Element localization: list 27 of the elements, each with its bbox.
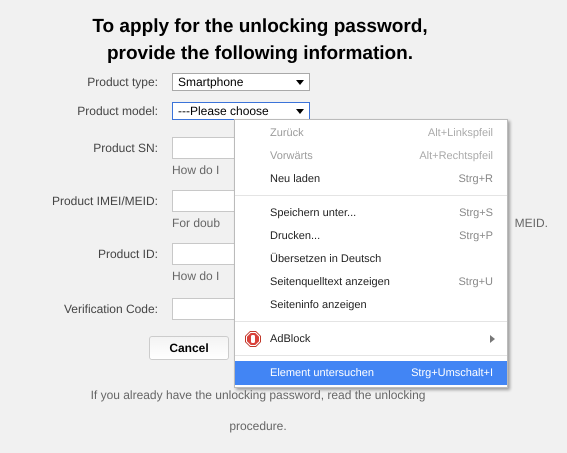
help-text: MEID. — [514, 215, 548, 231]
help-text: How do I — [172, 162, 220, 178]
field-label: Product SN: — [92, 140, 159, 157]
field-label: Product IMEI/MEID: — [50, 193, 159, 210]
menu-item[interactable]: Drucken... Strg+P — [235, 224, 507, 247]
menu-item[interactable]: Seiteninfo anzeigen — [235, 293, 507, 316]
stop-sign-icon — [245, 331, 261, 347]
field-label: Product model: — [76, 103, 159, 120]
help-text: For doub — [172, 215, 220, 231]
menu-item[interactable]: Neu laden Strg+R — [235, 167, 507, 190]
menu-item[interactable]: Übersetzen in Deutsch — [235, 247, 507, 270]
dropdown[interactable]: ---Please choose — [172, 102, 310, 120]
page-heading: provide the following information. — [106, 42, 414, 66]
caret-icon — [296, 108, 304, 114]
menu-item[interactable]: Seitenquelltext anzeigen Strg+U — [235, 270, 507, 293]
caret-icon — [296, 80, 304, 84]
field-label: Product ID: — [96, 246, 159, 263]
menu-item[interactable]: Element untersuchen Strg+Umschalt+I — [235, 361, 507, 385]
field-label: Product type: — [86, 74, 159, 91]
cancel-button[interactable]: Cancel — [149, 336, 229, 360]
menu-item[interactable]: AdBlock — [235, 327, 507, 350]
help-text: How do I — [172, 268, 220, 284]
field-label: Verification Code: — [62, 301, 159, 318]
page-heading: To apply for the unlocking password, — [92, 15, 428, 39]
footer-text: If you already have the unlocking password, read the unlocking procedure. — [90, 387, 426, 435]
menu-item[interactable]: Speichern unter... Strg+S — [235, 201, 507, 224]
dropdown[interactable]: Smartphone — [172, 73, 310, 91]
